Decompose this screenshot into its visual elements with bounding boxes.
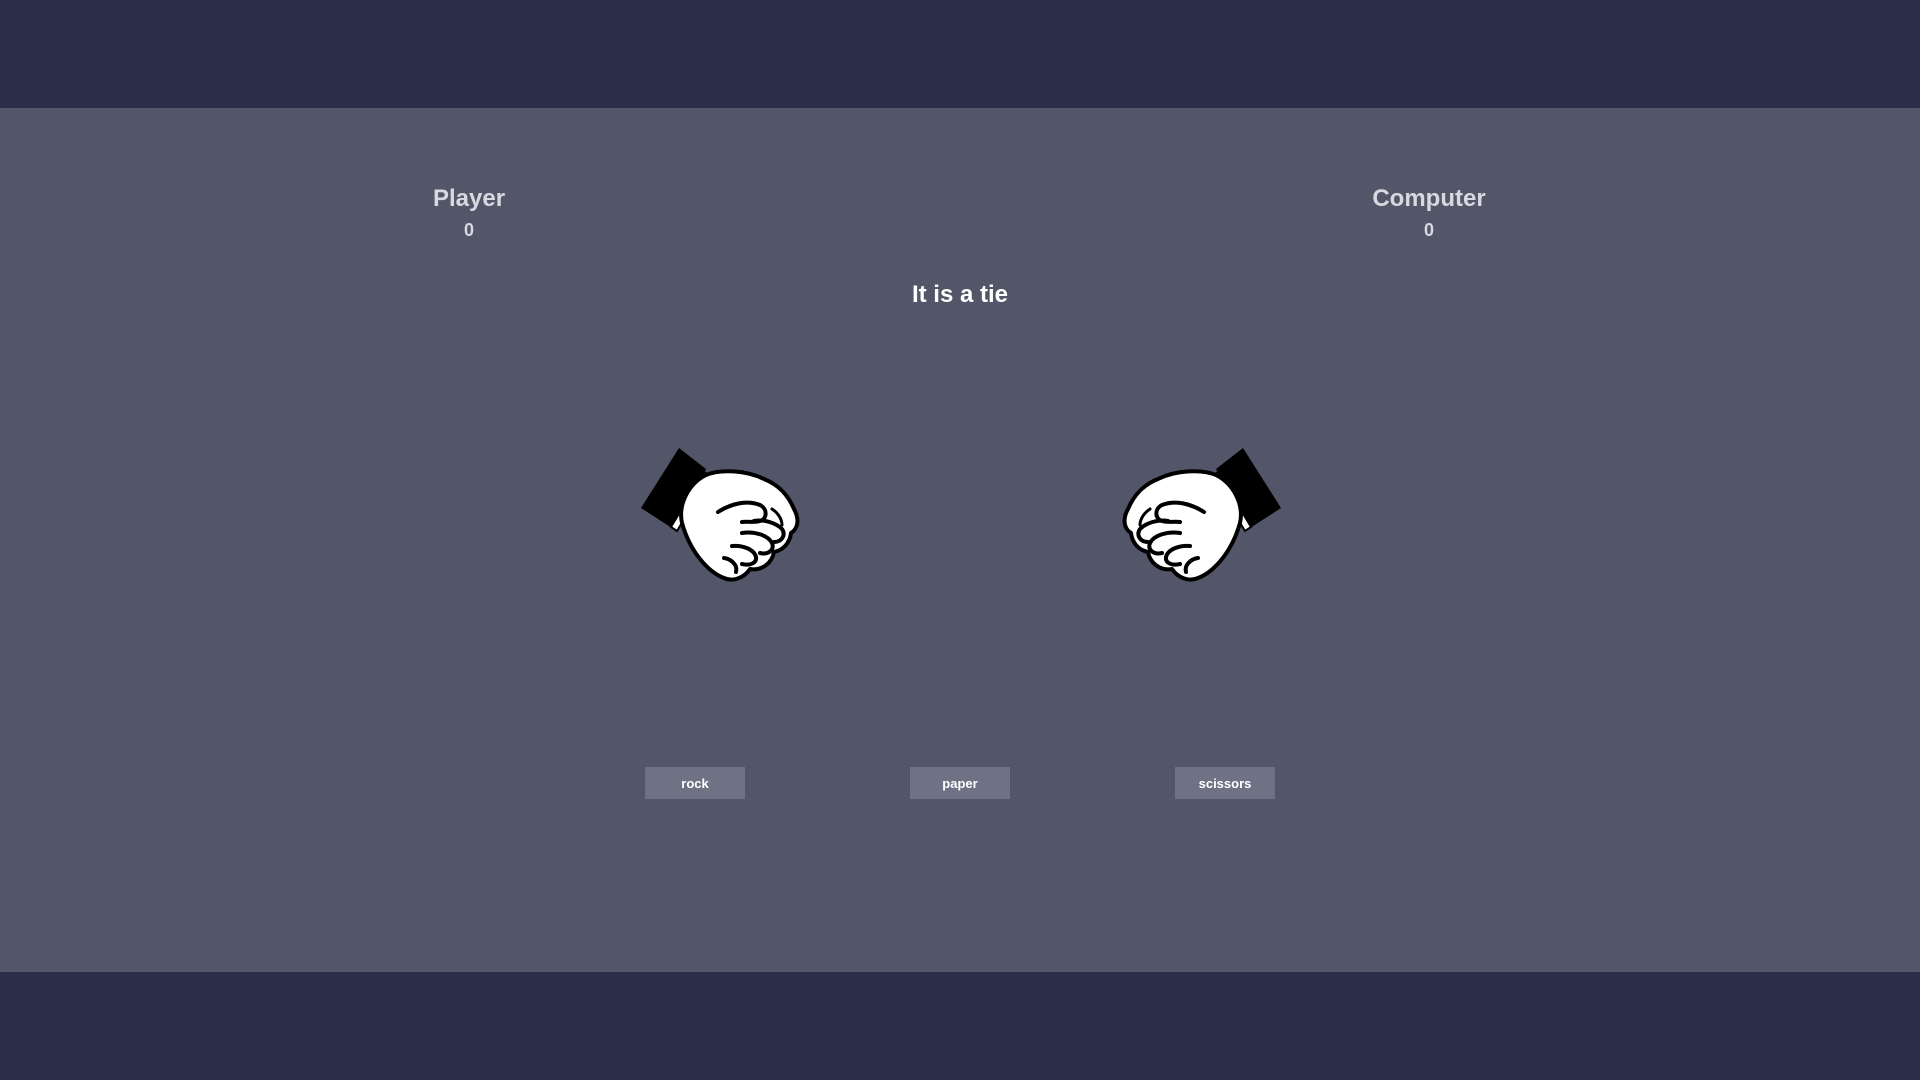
- game-area: Player 0 Computer 0 It is a tie rock pap…: [0, 108, 1920, 972]
- computer-label: Computer: [1372, 185, 1486, 212]
- paper-button[interactable]: paper: [910, 767, 1010, 799]
- computer-score-panel: Computer 0: [1329, 184, 1529, 242]
- fist-icon: [641, 448, 800, 582]
- top-bar: [0, 0, 1920, 108]
- fist-icon: [1122, 448, 1281, 582]
- computer-score: 0: [1423, 220, 1434, 240]
- player-score: 0: [463, 220, 474, 240]
- scissors-button[interactable]: scissors: [1175, 767, 1275, 799]
- result-message: It is a tie: [911, 281, 1009, 308]
- player-label: Player: [432, 185, 506, 212]
- computer-hand-fist-icon: [1116, 439, 1286, 589]
- bottom-bar: [0, 972, 1920, 1080]
- player-hand-fist-icon: [636, 439, 806, 589]
- player-score-panel: Player 0: [369, 184, 569, 242]
- rock-button[interactable]: rock: [645, 767, 745, 799]
